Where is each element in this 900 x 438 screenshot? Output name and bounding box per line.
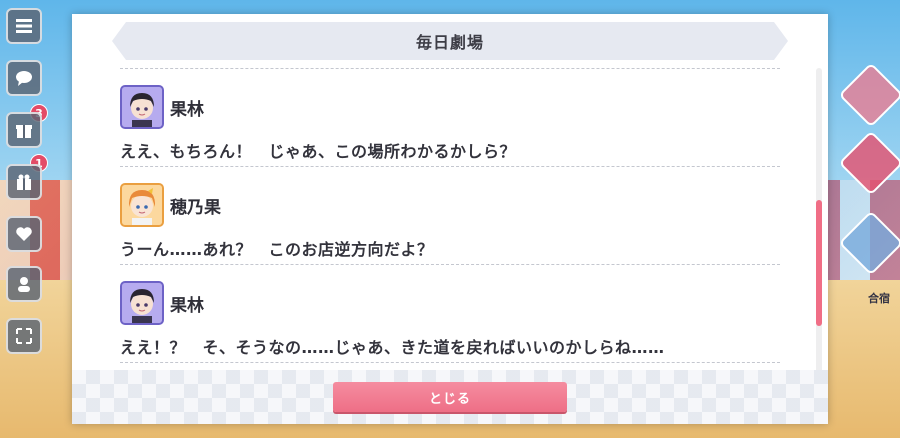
daily-theater-modal: 毎日劇場 果林 ええ、もちろん！ じゃあ、この場所わかるかしら？ 穂乃果 うーん… <box>72 14 828 424</box>
divider <box>120 362 780 363</box>
honoka-avatar <box>120 183 164 227</box>
scrollbar-thumb[interactable] <box>816 200 822 326</box>
speaker-row: 果林 <box>120 281 204 325</box>
menu-button[interactable] <box>6 8 42 44</box>
speaker-row: 果林 <box>120 85 204 129</box>
speaker-name: 果林 <box>170 295 204 316</box>
speaker-name: 果林 <box>170 99 204 120</box>
dialogue-entry: 果林 ええ！？ そ、そうなの……じゃあ、きた道を戻ればいいのかしらね…… <box>120 265 780 362</box>
member-button[interactable] <box>6 266 42 302</box>
character-portrait-icon <box>122 185 162 225</box>
heart-button[interactable] <box>6 216 42 252</box>
close-button-label: とじる <box>428 391 471 407</box>
karin-avatar <box>120 281 164 325</box>
camp-label: 合宿 <box>868 292 890 305</box>
gift-box-icon <box>17 174 31 190</box>
modal-footer: とじる <box>72 370 828 424</box>
dialogue-entry: 果林 ええ、もちろん！ じゃあ、この場所わかるかしら？ <box>120 69 780 166</box>
karin-avatar <box>120 85 164 129</box>
right-side-menu: 合宿 <box>828 0 900 438</box>
dialogue-line: ええ、もちろん！ じゃあ、この場所わかるかしら？ <box>120 142 517 161</box>
modal-title: 毎日劇場 <box>415 33 484 52</box>
speech-bubble-icon <box>16 71 32 86</box>
dialogue-entry: 穂乃果 うーん……あれ？ このお店逆方向だよ？ <box>120 167 780 264</box>
speaker-name: 穂乃果 <box>170 197 221 218</box>
character-portrait-icon <box>122 283 162 323</box>
member-icon <box>18 277 30 292</box>
hamburger-icon <box>16 19 32 33</box>
left-side-menu: 3 1 <box>0 0 48 438</box>
close-button[interactable]: とじる <box>333 382 567 412</box>
present-button[interactable] <box>6 112 42 148</box>
dialogue-line: うーん……あれ？ このお店逆方向だよ？ <box>120 240 434 259</box>
speaker-row: 穂乃果 <box>120 183 221 227</box>
heart-icon <box>16 227 32 241</box>
gift-box-button[interactable] <box>6 164 42 200</box>
expand-button[interactable] <box>6 318 42 354</box>
modal-header: 毎日劇場 <box>112 22 788 60</box>
character-portrait-icon <box>122 87 162 127</box>
dialogue-list[interactable]: 果林 ええ、もちろん！ じゃあ、この場所わかるかしら？ 穂乃果 うーん……あれ？… <box>120 68 780 368</box>
event-tile[interactable] <box>838 130 900 196</box>
dialogue-line: ええ！？ そ、そうなの……じゃあ、きた道を戻ればいいのかしらね…… <box>120 338 665 357</box>
event-tile[interactable] <box>838 62 900 128</box>
chat-button[interactable] <box>6 60 42 96</box>
gift-icon <box>16 125 32 138</box>
event-tile[interactable] <box>838 210 900 276</box>
expand-icon <box>16 328 32 344</box>
